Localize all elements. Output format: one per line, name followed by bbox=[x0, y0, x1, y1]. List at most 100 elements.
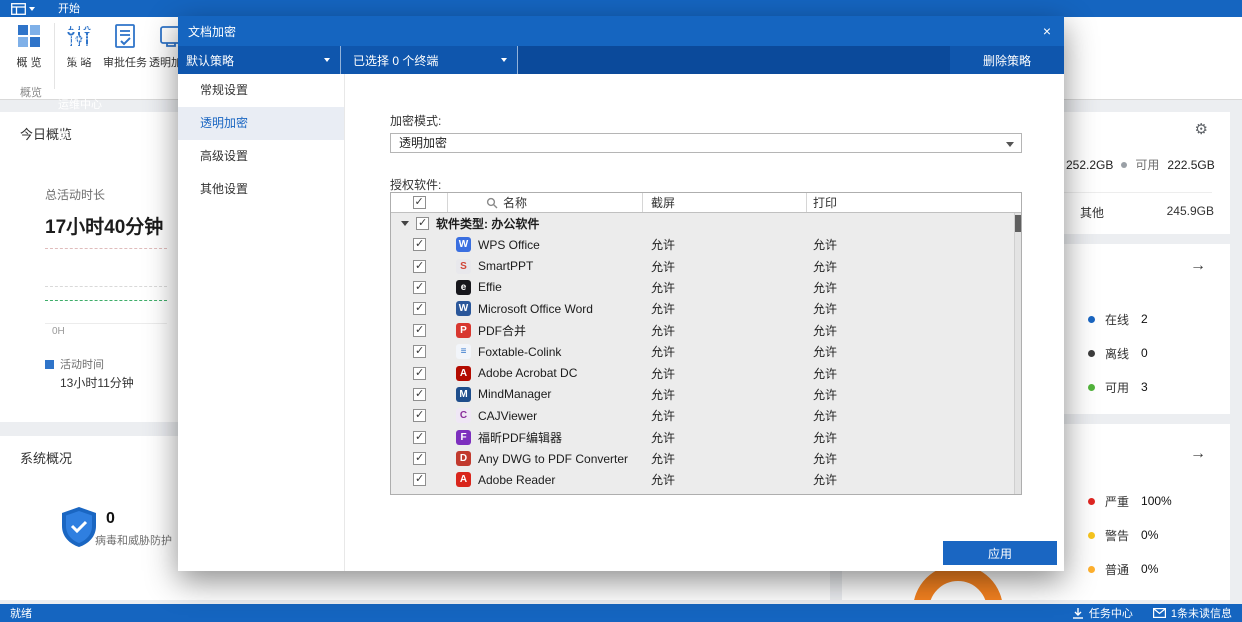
terminal-selection-label: 已选择 0 个终端 bbox=[353, 52, 438, 69]
screenshot-permission: 允许 bbox=[643, 386, 807, 403]
row-checkbox[interactable] bbox=[413, 388, 426, 401]
print-permission: 允许 bbox=[807, 322, 1021, 339]
row-checkbox[interactable] bbox=[413, 238, 426, 251]
delete-policy-button[interactable]: 删除策略 bbox=[950, 46, 1064, 74]
name-cell: A Adobe Reader bbox=[448, 472, 643, 487]
total-activity-value: 17小时40分钟 bbox=[45, 212, 163, 239]
threat-description: 病毒和威胁防护 bbox=[95, 532, 172, 548]
encryption-mode-label: 加密模式: bbox=[390, 112, 441, 129]
gear-icon[interactable]: ⚙ bbox=[1195, 120, 1208, 138]
legend-swatch bbox=[45, 360, 54, 369]
row-checkbox[interactable] bbox=[413, 281, 426, 294]
print-permission: 允许 bbox=[807, 407, 1021, 424]
app-icon: W bbox=[456, 301, 471, 316]
select-all-checkbox[interactable] bbox=[413, 196, 426, 209]
screenshot-permission: 允许 bbox=[643, 429, 807, 446]
table-row[interactable]: ≡ Foxtable-Colink 允许 允许 bbox=[391, 341, 1021, 362]
row-checkbox[interactable] bbox=[413, 452, 426, 465]
apply-button[interactable]: 应用 bbox=[943, 541, 1057, 565]
dialog-sidebar-item[interactable]: 常规设置 bbox=[178, 74, 344, 107]
name-cell: S SmartPPT bbox=[448, 259, 643, 274]
ribbon-tab[interactable]: 设备管理 bbox=[46, 64, 121, 80]
print-permission: 允许 bbox=[807, 471, 1021, 488]
row-checkbox[interactable] bbox=[413, 431, 426, 444]
terminal-selection-dropdown[interactable]: 已选择 0 个终端 bbox=[341, 46, 517, 74]
table-row[interactable]: P PDF合并 允许 允许 bbox=[391, 320, 1021, 341]
app-icon-letter: A bbox=[460, 368, 467, 379]
dialog-sidebar-item[interactable]: 其他设置 bbox=[178, 173, 344, 206]
table-row[interactable]: C CAJViewer 允许 允许 bbox=[391, 405, 1021, 426]
software-group-row[interactable]: 软件类型: 办公软件 bbox=[391, 213, 1021, 234]
app-icon: A bbox=[456, 366, 471, 381]
close-icon[interactable]: × bbox=[1030, 16, 1064, 46]
scrollbar-thumb[interactable] bbox=[1015, 215, 1021, 232]
table-header: 名称 截屏 打印 bbox=[391, 193, 1021, 213]
ribbon-tab[interactable]: 上网行为 bbox=[46, 32, 121, 48]
row-checkbox[interactable] bbox=[413, 409, 426, 422]
unread-messages[interactable]: 1条未读信息 bbox=[1153, 605, 1232, 621]
table-row[interactable]: e Effie 允许 允许 bbox=[391, 277, 1021, 298]
checkbox-cell bbox=[391, 302, 448, 315]
storage-dot-icon bbox=[1121, 162, 1127, 168]
dialog-sidebar-item[interactable]: 透明加密 bbox=[178, 107, 344, 140]
ribbon-tab[interactable]: 开始 bbox=[46, 0, 121, 16]
policy-dropdown[interactable]: 默认策略 bbox=[178, 46, 340, 74]
row-checkbox[interactable] bbox=[413, 345, 426, 358]
name-cell: C CAJViewer bbox=[448, 408, 643, 423]
table-row[interactable]: D Any DWG to PDF Converter 允许 允许 bbox=[391, 448, 1021, 469]
row-checkbox[interactable] bbox=[413, 260, 426, 273]
table-row[interactable]: W Microsoft Office Word 允许 允许 bbox=[391, 298, 1021, 319]
ribbon-tab[interactable]: 系统&网络 bbox=[46, 80, 121, 96]
checkbox-cell bbox=[391, 324, 448, 337]
ribbon-tab[interactable]: 数据安全 bbox=[46, 48, 121, 64]
ribbon-tab[interactable]: 更多功能 bbox=[46, 128, 121, 144]
checkbox-cell bbox=[391, 473, 448, 486]
table-row[interactable]: S SmartPPT 允许 允许 bbox=[391, 255, 1021, 276]
ribbon-tab[interactable]: 报表中心 bbox=[46, 112, 121, 128]
ribbon-tab[interactable]: 运维中心 bbox=[46, 96, 121, 112]
encryption-mode-select[interactable]: 透明加密 bbox=[390, 133, 1022, 153]
right-arrow-icon[interactable]: → bbox=[1190, 258, 1206, 274]
storage-used-value: 252.2GB bbox=[1066, 158, 1113, 172]
top-tab-bar: 开始文档加密上网行为数据安全设备管理系统&网络运维中心报表中心更多功能 bbox=[0, 0, 1242, 17]
table-row[interactable]: A Adobe Acrobat DC 允许 允许 bbox=[391, 362, 1021, 383]
app-name: PDF合并 bbox=[478, 322, 526, 339]
gridline bbox=[45, 286, 167, 287]
search-icon[interactable] bbox=[486, 197, 498, 209]
checkbox-cell bbox=[391, 345, 448, 358]
table-row[interactable]: M MindManager 允许 允许 bbox=[391, 384, 1021, 405]
dialog-sidebar-item[interactable]: 高级设置 bbox=[178, 140, 344, 173]
app-icon-letter: C bbox=[460, 410, 467, 421]
app-icon: ≡ bbox=[456, 344, 471, 359]
row-checkbox[interactable] bbox=[413, 324, 426, 337]
alert-stats: 严重 100% 警告 0% 普通 0% bbox=[1088, 484, 1220, 586]
table-row[interactable]: A Adobe Reader 允许 允许 bbox=[391, 469, 1021, 490]
table-row[interactable]: W WPS Office 允许 允许 bbox=[391, 234, 1021, 255]
ribbon-tab[interactable]: 文档加密 bbox=[46, 16, 121, 32]
task-center[interactable]: 任务中心 bbox=[1072, 605, 1133, 621]
print-permission: 允许 bbox=[807, 365, 1021, 382]
name-cell: W Microsoft Office Word bbox=[448, 301, 643, 316]
collapse-arrow-icon[interactable] bbox=[401, 221, 409, 226]
screenshot-header: 截屏 bbox=[643, 193, 807, 212]
app-name: MindManager bbox=[478, 387, 551, 401]
checkbox-cell bbox=[391, 452, 448, 465]
status-dot-icon bbox=[1088, 566, 1095, 573]
right-arrow-icon[interactable]: → bbox=[1190, 446, 1206, 462]
name-cell: M MindManager bbox=[448, 387, 643, 402]
table-scrollbar[interactable] bbox=[1014, 213, 1021, 494]
row-checkbox[interactable] bbox=[413, 302, 426, 315]
row-checkbox[interactable] bbox=[413, 367, 426, 380]
group-checkbox[interactable] bbox=[416, 217, 429, 230]
app-icon: P bbox=[456, 323, 471, 338]
download-tray-icon bbox=[1072, 607, 1084, 619]
legend-label: 活动时间 bbox=[60, 356, 104, 372]
screenshot-permission: 允许 bbox=[643, 365, 807, 382]
app-name: 福昕PDF编辑器 bbox=[478, 429, 562, 446]
app-menu-icon[interactable] bbox=[0, 0, 46, 17]
stat-label: 离线 bbox=[1105, 345, 1129, 362]
checkbox-cell bbox=[391, 260, 448, 273]
row-checkbox[interactable] bbox=[413, 473, 426, 486]
table-row[interactable]: F 福昕PDF编辑器 允许 允许 bbox=[391, 427, 1021, 448]
app-name: Effie bbox=[478, 280, 502, 294]
